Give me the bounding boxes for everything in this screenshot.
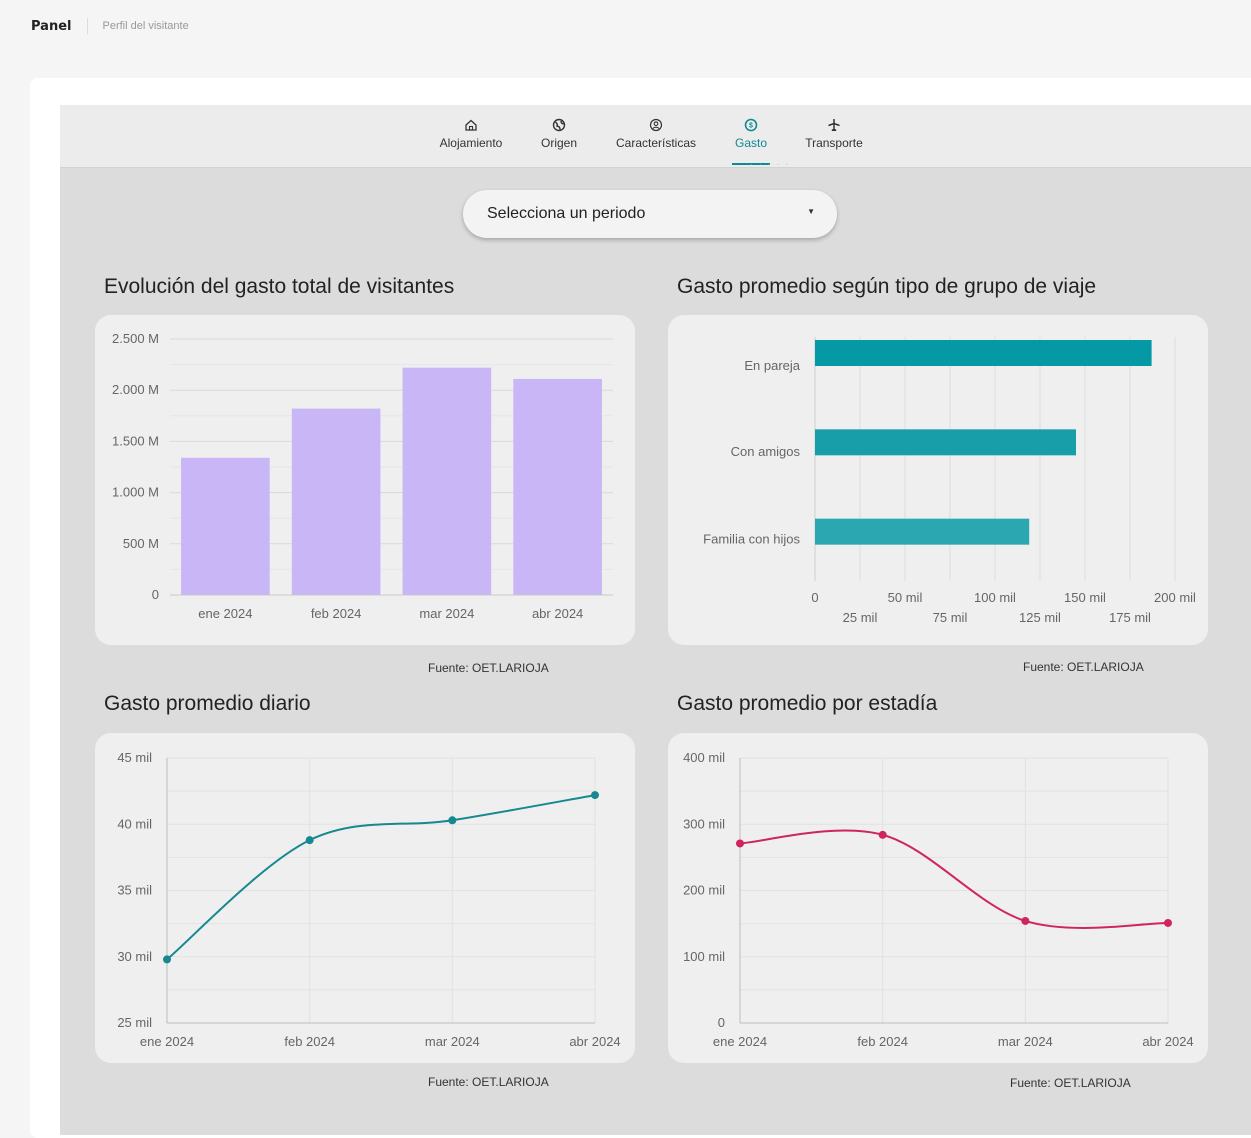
x-tick-label: abr 2024 bbox=[532, 606, 583, 621]
x-tick-label: feb 2024 bbox=[284, 1034, 335, 1049]
main-panel: Alojamiento Origen Características $ Gas… bbox=[60, 105, 1251, 1135]
tab-label: Alojamiento bbox=[439, 136, 503, 150]
x-tick-label: ene 2024 bbox=[713, 1034, 767, 1049]
total-spend-bar-chart: 0 500 M 1.000 M 1.500 M 2.000 M 2.500 M ene 20… bbox=[112, 331, 613, 621]
y-tick-label: 500 M bbox=[123, 536, 159, 551]
bar bbox=[181, 457, 270, 595]
y-tick-label: 40 mil bbox=[117, 816, 152, 831]
chart-title-total: Evolución del gasto total de visitantes bbox=[104, 275, 455, 298]
x-tick-label: abr 2024 bbox=[569, 1034, 620, 1049]
y-tick-label: En pareja bbox=[744, 358, 800, 373]
y-tick-label: 300 mil bbox=[683, 816, 725, 831]
chart-title-group: Gasto promedio según tipo de grupo de vi… bbox=[677, 275, 1097, 298]
tab-caracteristicas[interactable]: Características bbox=[608, 118, 704, 150]
y-tick-label: 0 bbox=[152, 587, 159, 602]
y-tick-label: Con amigos bbox=[731, 444, 801, 459]
y-tick-label: 2.500 M bbox=[112, 331, 159, 346]
period-select-value: Selecciona un periodo bbox=[487, 205, 646, 222]
x-tick-label: 150 mil bbox=[1064, 590, 1106, 605]
data-point bbox=[591, 791, 599, 800]
chart-card-group: En pareja Con amigos Familia con hijos 0 25 … bbox=[668, 315, 1208, 645]
x-tick-label: 125 mil bbox=[1019, 610, 1061, 625]
y-tick-label: 1.000 M bbox=[112, 485, 159, 500]
tab-label: Gasto bbox=[734, 136, 767, 150]
person-circle-icon bbox=[649, 118, 663, 132]
x-tick-label: feb 2024 bbox=[857, 1034, 908, 1049]
daily-spend-line-chart: 25 mil 30 mil 35 mil 40 mil 45 mil ene 2024 fe… bbox=[117, 750, 620, 1049]
money-icon: $ bbox=[744, 118, 758, 132]
bar bbox=[815, 518, 1030, 545]
chevron-down-icon: ▼ bbox=[807, 207, 815, 216]
source-label: Fuente: OET.LARIOJA bbox=[1010, 1076, 1131, 1090]
y-tick-label: 30 mil bbox=[117, 949, 152, 964]
y-tick-label: 45 mil bbox=[117, 750, 152, 765]
bar bbox=[513, 378, 602, 595]
x-tick-label: mar 2024 bbox=[419, 606, 474, 621]
tab-gasto[interactable]: $ Gasto bbox=[732, 118, 770, 165]
y-tick-label: 25 mil bbox=[117, 1015, 152, 1030]
bar bbox=[815, 429, 1076, 456]
chart-card-daily: 25 mil 30 mil 35 mil 40 mil 45 mil ene 2024 fe… bbox=[95, 733, 635, 1063]
y-tick-label: 200 mil bbox=[683, 883, 725, 898]
breadcrumb: Panel Perfil del visitante bbox=[31, 18, 189, 34]
tab-label: Transporte bbox=[805, 136, 863, 150]
x-tick-label: 200 mil bbox=[1154, 590, 1196, 605]
airplane-icon bbox=[828, 119, 840, 132]
y-tick-label: 400 mil bbox=[683, 750, 725, 765]
source-label: Fuente: OET.LARIOJA bbox=[428, 661, 549, 675]
bar bbox=[815, 340, 1152, 366]
x-tick-label: 50 mil bbox=[888, 590, 923, 605]
tab-transporte[interactable]: Transporte bbox=[798, 118, 870, 150]
x-tick-label: 100 mil bbox=[974, 590, 1016, 605]
series-line bbox=[166, 794, 596, 961]
bar bbox=[402, 367, 492, 595]
scroll-indicator-dots: · · · · · bbox=[750, 160, 791, 169]
tab-origen[interactable]: Origen bbox=[536, 118, 582, 150]
y-tick-label: 35 mil bbox=[117, 883, 152, 898]
x-tick-label: ene 2024 bbox=[198, 606, 252, 621]
source-label: Fuente: OET.LARIOJA bbox=[428, 1075, 549, 1089]
source-label: Fuente: OET.LARIOJA bbox=[1023, 660, 1144, 674]
chart-title-daily: Gasto promedio diario bbox=[104, 692, 311, 715]
x-tick-label: 75 mil bbox=[933, 610, 968, 625]
svg-text:$: $ bbox=[749, 123, 753, 130]
tab-label: Características bbox=[615, 136, 697, 150]
x-tick-label: abr 2024 bbox=[1142, 1034, 1193, 1049]
x-tick-label: mar 2024 bbox=[998, 1034, 1053, 1049]
x-tick-label: 175 mil bbox=[1109, 610, 1151, 625]
y-tick-label: Familia con hijos bbox=[703, 531, 800, 546]
chart-card-stay: 0 100 mil 200 mil 300 mil 400 mil ene 2024 feb… bbox=[668, 733, 1208, 1063]
stay-spend-line-chart: 0 100 mil 200 mil 300 mil 400 mil ene 2024 feb… bbox=[683, 750, 1194, 1049]
x-tick-label: feb 2024 bbox=[311, 606, 362, 621]
data-point bbox=[1021, 916, 1030, 925]
x-tick-label: ene 2024 bbox=[140, 1034, 194, 1049]
breadcrumb-panel-link[interactable]: Panel bbox=[31, 19, 71, 34]
data-point bbox=[448, 816, 457, 825]
x-tick-label: 25 mil bbox=[843, 610, 878, 625]
x-tick-label: 0 bbox=[811, 590, 818, 605]
tab-label: Origen bbox=[540, 136, 578, 150]
chart-card-total: 0 500 M 1.000 M 1.500 M 2.000 M 2.500 M ene 20… bbox=[95, 315, 635, 645]
tab-alojamiento[interactable]: Alojamiento bbox=[433, 118, 509, 150]
globe-icon bbox=[552, 118, 566, 132]
data-point bbox=[736, 839, 744, 848]
breadcrumb-divider bbox=[87, 18, 89, 34]
series-line bbox=[739, 829, 1169, 929]
data-point bbox=[305, 836, 314, 845]
period-select[interactable]: Selecciona un periodo ▼ bbox=[463, 190, 837, 238]
chart-title-stay: Gasto promedio por estadía bbox=[677, 692, 938, 715]
bar bbox=[291, 408, 381, 595]
y-tick-label: 0 bbox=[718, 1015, 725, 1030]
data-point bbox=[878, 830, 887, 839]
y-tick-label: 1.500 M bbox=[112, 433, 159, 448]
data-point bbox=[163, 955, 171, 964]
x-tick-label: mar 2024 bbox=[425, 1034, 480, 1049]
data-point bbox=[1164, 918, 1172, 927]
home-icon bbox=[465, 119, 477, 131]
group-spend-hbar-chart: En pareja Con amigos Familia con hijos 0 25 … bbox=[703, 337, 1196, 625]
y-tick-label: 2.000 M bbox=[112, 382, 159, 397]
y-tick-label: 100 mil bbox=[683, 949, 725, 964]
breadcrumb-current: Perfil del visitante bbox=[102, 20, 189, 32]
tab-bar: Alojamiento Origen Características $ Gas… bbox=[60, 105, 1251, 169]
